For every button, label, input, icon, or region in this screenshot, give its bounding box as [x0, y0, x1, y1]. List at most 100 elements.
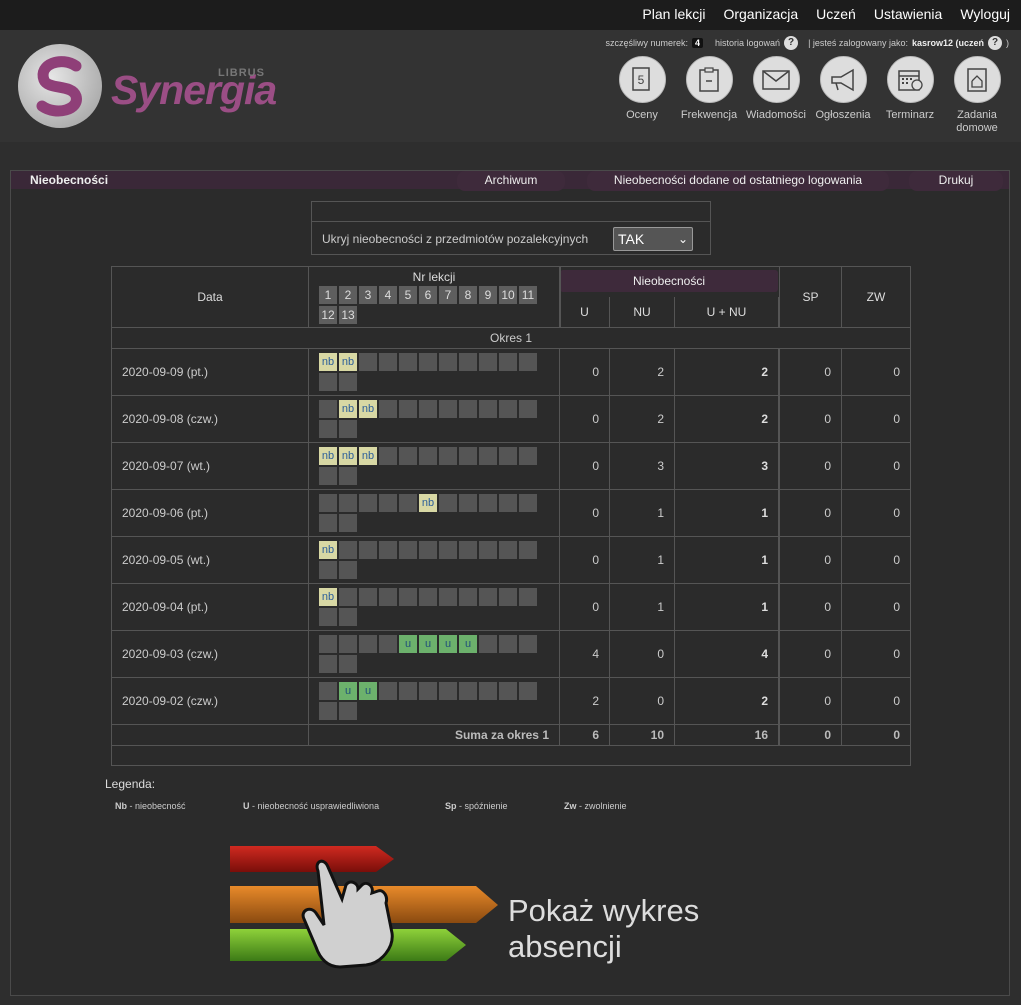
quick-messages[interactable]: Wiadomości [746, 56, 806, 122]
help-icon[interactable]: ? [784, 36, 799, 50]
lesson-cell-empty [359, 588, 377, 606]
lesson-cell-empty [519, 447, 537, 465]
lesson-cell-empty [459, 588, 477, 606]
quick-homework[interactable]: Zadania domowe [947, 56, 1007, 135]
lesson-number: 4 [379, 286, 397, 304]
lesson-cell-empty [379, 588, 397, 606]
row-u: 0 [560, 396, 610, 443]
absence-mark-u[interactable]: u [459, 635, 477, 653]
row-unu: 4 [675, 631, 779, 678]
absence-mark-nb[interactable]: nb [319, 588, 337, 606]
lesson-cell-empty [339, 655, 357, 673]
lesson-cells: nb nb [319, 400, 541, 438]
lesson-cell-empty [459, 494, 477, 512]
lesson-cell-empty [339, 541, 357, 559]
nav-organizacja[interactable]: Organizacja [723, 6, 798, 22]
lesson-cell-empty [379, 353, 397, 371]
tab-since-last-login[interactable]: Nieobecności dodane od ostatniego logowa… [587, 171, 889, 191]
lesson-cell-empty [439, 447, 457, 465]
sum-zw: 0 [842, 725, 910, 746]
lesson-cell-empty [399, 588, 417, 606]
quick-attendance[interactable]: Frekwencja [679, 56, 739, 122]
row-u: 2 [560, 678, 610, 725]
lesson-cells: nb [319, 541, 541, 579]
lesson-cell-empty [399, 447, 417, 465]
absences-table: Data Nr lekcji 1 2 3 4 5 6 7 8 9 10 11 12 13 Nieobec… [111, 266, 911, 766]
megaphone-icon [819, 56, 867, 103]
legend-item-nb: Nb - nieobecność [115, 801, 186, 811]
absence-mark-nb[interactable]: nb [319, 447, 337, 465]
lesson-cell-empty [519, 494, 537, 512]
lesson-cell-empty [339, 494, 357, 512]
homework-icon [953, 56, 1001, 103]
absence-mark-u[interactable]: u [439, 635, 457, 653]
absence-mark-nb[interactable]: nb [319, 541, 337, 559]
tab-absences[interactable]: Nieobecności [30, 171, 108, 189]
lesson-number: 5 [399, 286, 417, 304]
lesson-number: 8 [459, 286, 477, 304]
absence-mark-nb[interactable]: nb [359, 400, 377, 418]
row-lessons: nb [309, 584, 560, 631]
lesson-number: 7 [439, 286, 457, 304]
lesson-cell-empty [479, 353, 497, 371]
quick-label: Ogłoszenia [815, 109, 871, 121]
quick-announcements[interactable]: Ogłoszenia [813, 56, 873, 122]
tab-archive[interactable]: Archiwum [457, 171, 565, 191]
show-absence-chart-link[interactable]: Pokaż wykres absencji [216, 841, 816, 971]
quick-calendar[interactable]: Terminarz [880, 56, 940, 122]
absence-mark-u[interactable]: u [419, 635, 437, 653]
lesson-cell-empty [359, 494, 377, 512]
lesson-cell-empty [439, 353, 457, 371]
nav-wyloguj[interactable]: Wyloguj [960, 6, 1010, 22]
col-date-header: Data [112, 267, 309, 328]
lesson-number: 3 [359, 286, 377, 304]
help-icon[interactable]: ? [988, 36, 1002, 50]
lesson-cell-empty [479, 541, 497, 559]
lesson-cell-empty [359, 635, 377, 653]
legend-item-zw: Zw - zwolnienie [564, 801, 627, 811]
row-unu: 1 [675, 490, 779, 537]
lesson-cell-empty [419, 353, 437, 371]
nav-ustawienia[interactable]: Ustawienia [874, 6, 942, 22]
lesson-cell-empty [339, 702, 357, 720]
row-u: 0 [560, 443, 610, 490]
lesson-cell-empty [519, 682, 537, 700]
lesson-cell-empty [339, 635, 357, 653]
lesson-number: 10 [499, 286, 517, 304]
absence-mark-u[interactable]: u [399, 635, 417, 653]
absence-mark-nb[interactable]: nb [339, 447, 357, 465]
top-nav: Plan lekcji Organizacja Uczeń Ustawienia… [642, 6, 1010, 22]
row-lessons: nb nb [309, 349, 560, 396]
lesson-cell-empty [319, 514, 337, 532]
absence-mark-u[interactable]: u [359, 682, 377, 700]
extracurricular-select[interactable]: TAK ⌄ [613, 227, 693, 251]
row-sp: 0 [779, 443, 842, 490]
logo-s-icon [36, 56, 82, 117]
row-sp: 0 [779, 678, 842, 725]
period-row: Okres 1 [112, 328, 910, 349]
absence-mark-nb[interactable]: nb [359, 447, 377, 465]
lucky-number-label: szczęśliwy numerek: [605, 38, 688, 48]
absence-mark-u[interactable]: u [339, 682, 357, 700]
absence-mark-nb[interactable]: nb [339, 400, 357, 418]
filter-label: Ukryj nieobecności z przedmiotów pozalek… [322, 232, 589, 246]
print-button[interactable]: Drukuj [909, 171, 1003, 191]
row-date: 2020-09-09 (pt.) [112, 349, 309, 396]
row-u: 4 [560, 631, 610, 678]
lesson-cell-empty [359, 353, 377, 371]
absence-mark-nb[interactable]: nb [339, 353, 357, 371]
lesson-cell-empty [519, 353, 537, 371]
absence-mark-nb[interactable]: nb [319, 353, 337, 371]
quick-grades[interactable]: 5 Oceny [612, 56, 672, 122]
lesson-cell-empty [419, 447, 437, 465]
nav-uczen[interactable]: Uczeń [816, 6, 856, 22]
lesson-cells: uuuu [319, 635, 541, 673]
login-history-link[interactable]: historia logowań [715, 38, 780, 48]
quick-label: Terminarz [885, 109, 935, 121]
row-unu: 3 [675, 443, 779, 490]
row-u: 0 [560, 490, 610, 537]
absence-mark-nb[interactable]: nb [419, 494, 437, 512]
nav-plan-lekcji[interactable]: Plan lekcji [642, 6, 705, 22]
row-lessons: uuuu [309, 631, 560, 678]
lesson-cell-empty [339, 514, 357, 532]
